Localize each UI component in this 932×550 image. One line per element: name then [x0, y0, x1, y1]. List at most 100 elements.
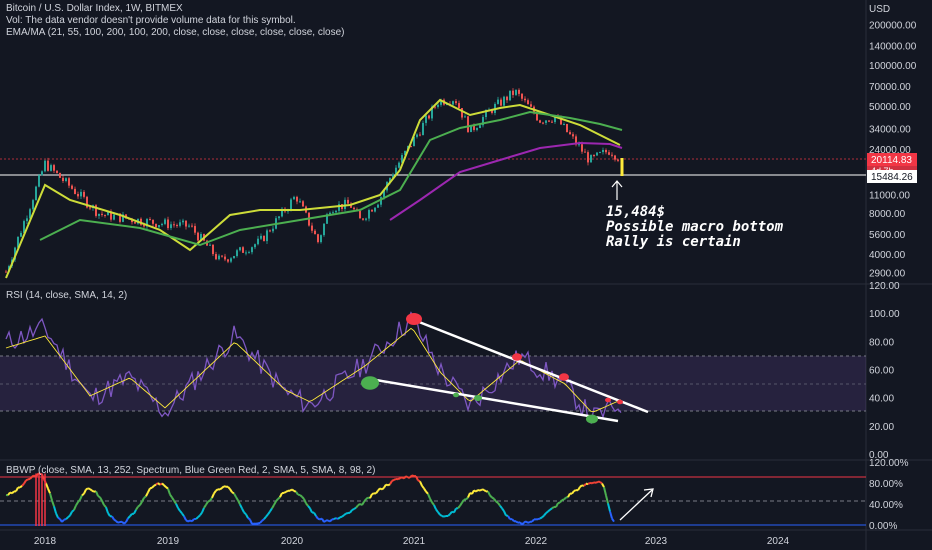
candle-body	[296, 196, 298, 202]
bbwp-segment	[49, 493, 53, 501]
bbwp-segment	[221, 485, 225, 489]
bbwp-segment	[595, 480, 599, 484]
bbwp-segment	[459, 502, 463, 507]
bbwp-segment	[107, 512, 111, 517]
bbwp-segment	[303, 498, 307, 504]
time-tick-label: 2023	[645, 536, 668, 547]
bbwp-segment	[501, 507, 505, 512]
price-tick-label: 11000.00	[869, 191, 910, 202]
rsi-tick-label: 100.00	[869, 309, 900, 320]
bbwp-segment	[601, 483, 605, 488]
bbwp-segment	[411, 474, 415, 478]
rsi-tick-label: 20.00	[869, 422, 894, 433]
candle-body	[374, 207, 376, 212]
candle-body	[101, 213, 103, 215]
chart-title[interactable]: Bitcoin / U.S. Dollar Index, 1W, BITMEX	[6, 3, 183, 14]
bbwp-axis-ticks: 120.00% 80.00% 40.00% 0.00%	[869, 458, 909, 532]
candle-body	[251, 247, 253, 253]
bbwp-segment	[11, 490, 15, 495]
candle-body	[176, 225, 178, 227]
rsi-indicator-label[interactable]: RSI (14, close, SMA, 14, 2)	[6, 290, 127, 301]
bbwp-segment	[593, 481, 597, 484]
bbwp-segment	[361, 501, 365, 506]
bbwp-segment	[165, 486, 169, 490]
candle-body	[98, 213, 100, 216]
candle-body	[41, 171, 43, 176]
bbwp-segment	[47, 488, 51, 494]
bbwp-segment	[23, 479, 27, 485]
bbwp-segment	[545, 510, 549, 514]
bbwp-segment	[219, 487, 223, 491]
bbwp-segment	[271, 504, 275, 509]
bbwp-segment	[341, 514, 345, 518]
bbwp-segment	[487, 490, 491, 496]
bbwp-segment	[283, 491, 287, 494]
time-tick-label: 2018	[34, 536, 57, 547]
candle-body	[230, 258, 232, 262]
candle-body	[371, 210, 373, 212]
bbwp-segment	[103, 504, 107, 508]
bbwp-segment	[483, 489, 487, 493]
candle-body	[323, 223, 325, 236]
line-price-value: 15484.26	[871, 172, 913, 183]
bbwp-segment	[235, 496, 239, 501]
bbwp-segment	[587, 481, 591, 485]
bbwp-segment	[25, 478, 29, 482]
bbwp-segment	[441, 515, 445, 518]
bbwp-segment	[261, 518, 265, 522]
bbwp-segment	[143, 495, 147, 499]
bbwp-segment	[537, 517, 541, 521]
bbwp-segment	[583, 482, 587, 487]
bbwp-segment	[213, 490, 217, 495]
candle-body	[263, 235, 265, 242]
bbwp-segment	[543, 512, 547, 517]
bbwp-segment	[427, 493, 431, 500]
price-tick-label: 200000.00	[869, 21, 917, 32]
candle-body	[269, 230, 271, 232]
bbwp-segment	[7, 491, 11, 496]
candle-body	[506, 96, 508, 101]
bbwp-segment	[563, 496, 567, 501]
bbwp-segment	[503, 510, 507, 516]
bbwp-segment	[113, 518, 117, 522]
bbwp-segment	[365, 496, 369, 500]
bbwp-segment	[493, 498, 497, 503]
ema-indicator-label[interactable]: EMA/MA (21, 55, 100, 200, 100, 200, clos…	[6, 27, 345, 38]
candle-body	[617, 159, 619, 161]
bbwp-segment	[285, 489, 289, 493]
bbwp-segment	[207, 499, 211, 503]
bbwp-segment	[527, 520, 531, 524]
candle-body	[548, 120, 550, 122]
bbwp-segment	[105, 506, 109, 514]
bbwp-segment	[435, 508, 439, 513]
candle-body	[44, 160, 46, 172]
bbwp-segment	[195, 516, 199, 520]
bbwp-segment	[57, 516, 61, 520]
bbwp-indicator-label[interactable]: BBWP (close, SMA, 13, 252, Spectrum, Blu…	[6, 465, 375, 476]
candle-body	[239, 247, 241, 251]
bbwp-segment	[229, 488, 233, 493]
bbwp-segment	[491, 496, 495, 500]
price-tick-label: 70000.00	[869, 82, 911, 93]
price-tick-label: 8000.00	[869, 209, 906, 220]
bbwp-segment	[183, 515, 187, 521]
bbwp-segment	[53, 506, 57, 514]
candle-body	[182, 220, 184, 223]
bbwp-segment	[421, 485, 425, 490]
time-tick-label: 2020	[281, 536, 304, 547]
candle-body	[416, 134, 418, 137]
candle-body	[185, 220, 187, 227]
bbwp-segment	[211, 493, 215, 499]
candle-body	[227, 259, 229, 262]
price-tick-label: 2900.00	[869, 269, 906, 280]
bbwp-arrow[interactable]	[619, 489, 653, 521]
currency-label: USD	[869, 4, 890, 15]
bbwp-segment	[293, 490, 297, 493]
rsi-pivot-dot	[453, 392, 459, 398]
candle-body	[53, 165, 55, 171]
rsi-pivot-dot	[617, 399, 623, 405]
bbwp-segment	[589, 481, 593, 485]
bbwp-segment	[127, 515, 131, 519]
candle-body	[527, 100, 529, 105]
bbwp-segment	[259, 520, 263, 524]
